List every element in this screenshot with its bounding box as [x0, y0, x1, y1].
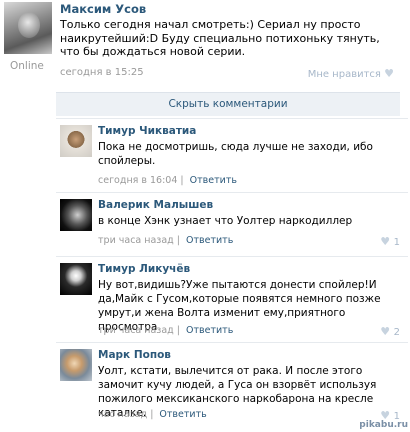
- comment-text: Пока не досмотришь, сюда лучше не заходи…: [98, 141, 373, 167]
- like-label: Мне нравится: [307, 69, 381, 80]
- comment-meta: три часа назад | Ответить: [98, 325, 233, 336]
- comment-text: в конце Хэнк узнает что Уолтер наркодилл…: [98, 215, 353, 227]
- like-button[interactable]: ♥ 1: [380, 235, 400, 248]
- avatar[interactable]: [60, 125, 92, 157]
- reply-button[interactable]: Ответить: [190, 175, 237, 186]
- comment: Марк Попов Уолт, кстати, вылечится от ра…: [56, 342, 408, 428]
- reply-button[interactable]: Ответить: [186, 235, 233, 246]
- online-status: Online: [10, 60, 44, 72]
- avatar[interactable]: [4, 2, 52, 54]
- separator: |: [176, 325, 183, 336]
- hide-comments-button[interactable]: Скрыть комментарии: [56, 92, 400, 116]
- comment-meta: сегодня в 16:04 | Ответить: [98, 175, 237, 186]
- avatar[interactable]: [60, 199, 92, 231]
- like-button[interactable]: ♥ 2: [380, 325, 400, 338]
- avatar[interactable]: [60, 349, 92, 381]
- reply-button[interactable]: Ответить: [186, 325, 233, 336]
- comment-meta: час назад | Ответить: [98, 409, 207, 420]
- post-author-link[interactable]: Максим Усов: [60, 2, 146, 16]
- comment: Тимур Чикватиа Пока не досмотришь, сюда …: [56, 118, 408, 188]
- avatar[interactable]: [60, 263, 92, 295]
- comment-author-link[interactable]: Тимур Чикватиа: [98, 125, 196, 137]
- separator: |: [150, 409, 157, 420]
- comment-author-link[interactable]: Валерик Малышев: [98, 199, 213, 211]
- like-count: 1: [393, 237, 400, 248]
- heart-icon: ♥: [380, 235, 391, 248]
- comment-timestamp[interactable]: три часа назад: [98, 235, 174, 246]
- comment-author-link[interactable]: Марк Попов: [98, 349, 171, 361]
- comment-timestamp[interactable]: сегодня в 16:04: [98, 175, 177, 186]
- comment: Тимур Ликучёв Ну вот,видишь?Уже пытаются…: [56, 256, 408, 342]
- comment-timestamp[interactable]: час назад: [98, 409, 147, 420]
- post-text: Только сегодня начал смотреть:) Сериал н…: [60, 18, 380, 58]
- like-button[interactable]: Мне нравится ♥: [308, 67, 394, 80]
- reply-button[interactable]: Ответить: [159, 409, 206, 420]
- comment-meta: три часа назад | Ответить: [98, 235, 233, 246]
- separator: |: [176, 235, 183, 246]
- heart-icon: ♥: [384, 67, 394, 80]
- watermark: pikabu.ru: [359, 420, 408, 430]
- separator: |: [180, 175, 187, 186]
- comment-timestamp[interactable]: три часа назад: [98, 325, 174, 336]
- post-timestamp[interactable]: сегодня в 15:25: [60, 67, 144, 78]
- heart-icon: ♥: [380, 325, 391, 338]
- like-count: 2: [393, 327, 400, 338]
- comment: Валерик Малышев в конце Хэнк узнает что …: [56, 192, 408, 252]
- comment-author-link[interactable]: Тимур Ликучёв: [98, 263, 190, 275]
- wall-post: Online Максим Усов Только сегодня начал …: [0, 0, 410, 90]
